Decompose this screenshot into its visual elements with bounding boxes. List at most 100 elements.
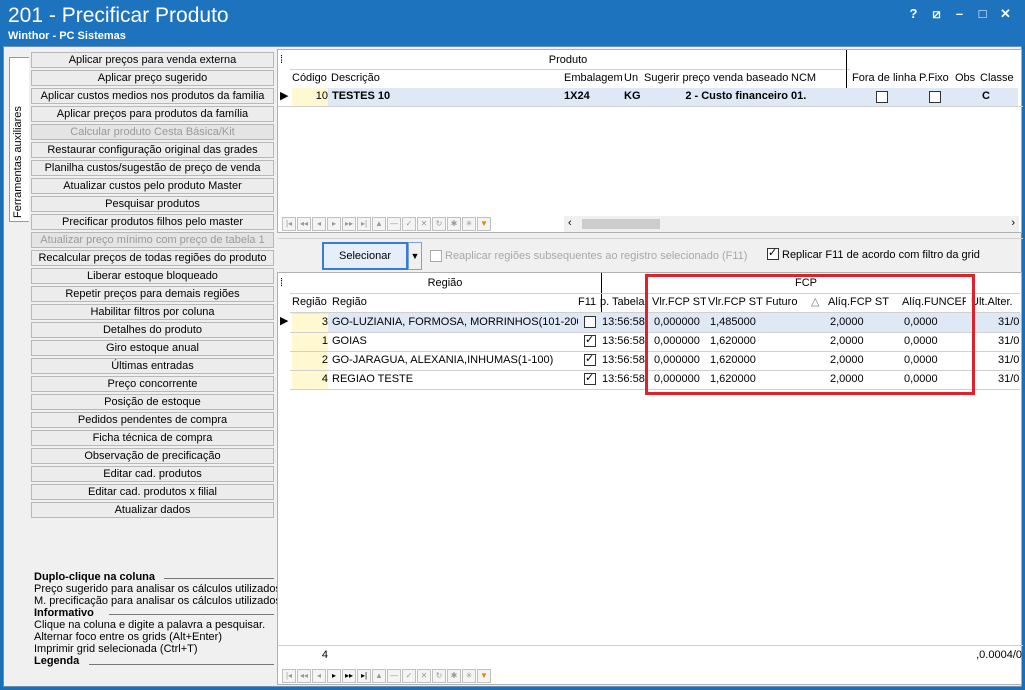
action-button[interactable]: Atualizar dados	[31, 502, 274, 518]
col-descricao[interactable]: Descrição	[331, 70, 561, 88]
maximize-icon[interactable]: □	[971, 5, 994, 23]
prev-page-icon[interactable]: ◂◂	[297, 217, 311, 231]
first-icon[interactable]: |◂	[282, 669, 296, 683]
edit-icon[interactable]: ✓	[402, 669, 416, 683]
action-button[interactable]: Aplicar preços para venda externa	[31, 52, 274, 68]
last-icon[interactable]: ▸|	[357, 217, 371, 231]
action-button[interactable]: Repetir preços para demais regiões	[31, 286, 274, 302]
col-f11[interactable]: F11	[578, 294, 600, 312]
prev-icon[interactable]: ◂	[312, 217, 326, 231]
scroll-thumb[interactable]	[582, 219, 660, 229]
action-button[interactable]: Recalcular preços de todas regiões do pr…	[31, 250, 274, 266]
reapply-checkbox[interactable]	[430, 250, 442, 262]
action-button[interactable]: Giro estoque anual	[31, 340, 274, 356]
grid-menu-icon[interactable]: ⁞	[280, 275, 290, 293]
col-sugerir[interactable]: Sugerir preço venda baseado	[644, 70, 790, 88]
col-classe[interactable]: Classe	[980, 70, 1018, 88]
action-button[interactable]: Detalhes do produto	[31, 322, 274, 338]
reapply-label: Reaplicar regiões subsequentes ao regist…	[445, 250, 748, 262]
filter-icon[interactable]: ▼	[477, 217, 491, 231]
product-horizontal-scrollbar[interactable]: ‹ ›	[564, 216, 1019, 232]
help-icon[interactable]: ?	[902, 5, 925, 23]
col-ult-alter[interactable]: Ult.Alter.	[971, 294, 1021, 312]
action-button[interactable]: Liberar estoque bloqueado	[31, 268, 274, 284]
scroll-left-icon[interactable]: ‹	[568, 217, 572, 229]
delete-icon[interactable]: —	[387, 217, 401, 231]
cell-un: KG	[624, 90, 641, 102]
action-button[interactable]: Pedidos pendentes de compra	[31, 412, 274, 428]
col-regiao-id[interactable]: Região	[292, 294, 330, 312]
bookmark-icon[interactable]: ✱	[447, 669, 461, 683]
table-row[interactable]: 10 TESTES 10 1X24 KG 2 - Custo financeir…	[292, 88, 1018, 106]
next-page-icon[interactable]: ▸▸	[342, 669, 356, 683]
next-page-icon[interactable]: ▸▸	[342, 217, 356, 231]
action-button[interactable]: Posição de estoque	[31, 394, 274, 410]
product-grid[interactable]: ⁞ Produto Código Descrição Embalagem Un …	[277, 49, 1023, 254]
cell-regiao-id: 4	[292, 371, 328, 389]
col-embalagem[interactable]: Embalagem	[564, 70, 624, 88]
cancel-icon[interactable]: ✕	[417, 217, 431, 231]
prev-icon[interactable]: ◂	[312, 669, 326, 683]
checkbox-f11[interactable]	[584, 316, 596, 328]
action-button[interactable]: Habilitar filtros por coluna	[31, 304, 274, 320]
checkbox-f11[interactable]	[584, 352, 596, 366]
band-produto: Produto	[548, 54, 588, 66]
col-codigo[interactable]: Código	[292, 70, 332, 88]
checkbox-fora-de-linha[interactable]	[876, 91, 888, 103]
action-button[interactable]: Planilha custos/sugestão de preço de ven…	[31, 160, 274, 176]
action-button[interactable]: Ficha técnica de compra	[31, 430, 274, 446]
first-icon[interactable]: |◂	[282, 217, 296, 231]
col-obs[interactable]: Obs	[955, 70, 979, 88]
action-button[interactable]: Precificar produtos filhos pelo master	[31, 214, 274, 230]
action-button[interactable]: Editar cad. produtos x filial	[31, 484, 274, 500]
refresh-icon[interactable]: ↻	[432, 217, 446, 231]
action-button[interactable]: Observação de precificação	[31, 448, 274, 464]
insert-icon[interactable]: ▲	[372, 669, 386, 683]
cell-tabela: 13:56:58	[602, 335, 645, 347]
close-icon[interactable]: ✕	[994, 5, 1017, 23]
goto-bookmark-icon[interactable]: ✳	[462, 669, 476, 683]
col-un[interactable]: Un	[624, 70, 644, 88]
restore-layout-icon[interactable]: ⧄	[925, 5, 948, 23]
goto-bookmark-icon[interactable]: ✳	[462, 217, 476, 231]
col-regiao-nome[interactable]: Região	[332, 294, 572, 312]
edit-icon[interactable]: ✓	[402, 217, 416, 231]
checkbox-f11[interactable]	[584, 371, 596, 385]
cell-codigo: 10	[292, 88, 328, 106]
col-ncm[interactable]: NCM	[791, 70, 846, 88]
action-button[interactable]: Pesquisar produtos	[31, 196, 274, 212]
cell-embalagem: 1X24	[564, 90, 590, 102]
selecionar-button[interactable]: Selecionar	[322, 242, 408, 270]
action-button[interactable]: Atualizar custos pelo produto Master	[31, 178, 274, 194]
checkbox-pfixo[interactable]	[929, 91, 941, 103]
action-button[interactable]: Preço concorrente	[31, 376, 274, 392]
insert-icon[interactable]: ▲	[372, 217, 386, 231]
action-button[interactable]: Aplicar custos medios nos produtos da fa…	[31, 88, 274, 104]
last-icon[interactable]: ▸|	[357, 669, 371, 683]
scroll-right-icon[interactable]: ›	[1011, 217, 1015, 229]
minimize-icon[interactable]: –	[948, 5, 971, 23]
help-line: Clique na coluna e digite a palavra a pe…	[34, 619, 266, 631]
action-button[interactable]: Últimas entradas	[31, 358, 274, 374]
refresh-icon[interactable]: ↻	[432, 669, 446, 683]
col-fora-de-linha[interactable]: Fora de linha	[852, 70, 918, 88]
col-tabela[interactable]: p. Tabela	[600, 294, 646, 312]
action-button[interactable]: Editar cad. produtos	[31, 466, 274, 482]
grid-menu-icon[interactable]: ⁞	[280, 52, 290, 70]
delete-icon[interactable]: —	[387, 669, 401, 683]
prev-page-icon[interactable]: ◂◂	[297, 669, 311, 683]
tab-ferramentas-auxiliares[interactable]: Ferramentas auxiliares	[9, 57, 29, 222]
bookmark-icon[interactable]: ✱	[447, 217, 461, 231]
next-icon[interactable]: ▸	[327, 217, 341, 231]
action-button[interactable]: Aplicar preços para produtos da família	[31, 106, 274, 122]
checkbox-f11[interactable]	[584, 333, 596, 347]
selecionar-dropdown-icon[interactable]: ▼	[408, 242, 422, 270]
col-pfixo[interactable]: P.Fixo	[919, 70, 955, 88]
filter-icon[interactable]: ▼	[477, 669, 491, 683]
footer-summary: ,0.0004/0	[976, 649, 1022, 661]
cancel-icon[interactable]: ✕	[417, 669, 431, 683]
replicate-checkbox[interactable]	[767, 246, 779, 260]
action-button[interactable]: Aplicar preço sugerido	[31, 70, 274, 86]
next-icon[interactable]: ▸	[327, 669, 341, 683]
action-button[interactable]: Restaurar configuração original das grad…	[31, 142, 274, 158]
